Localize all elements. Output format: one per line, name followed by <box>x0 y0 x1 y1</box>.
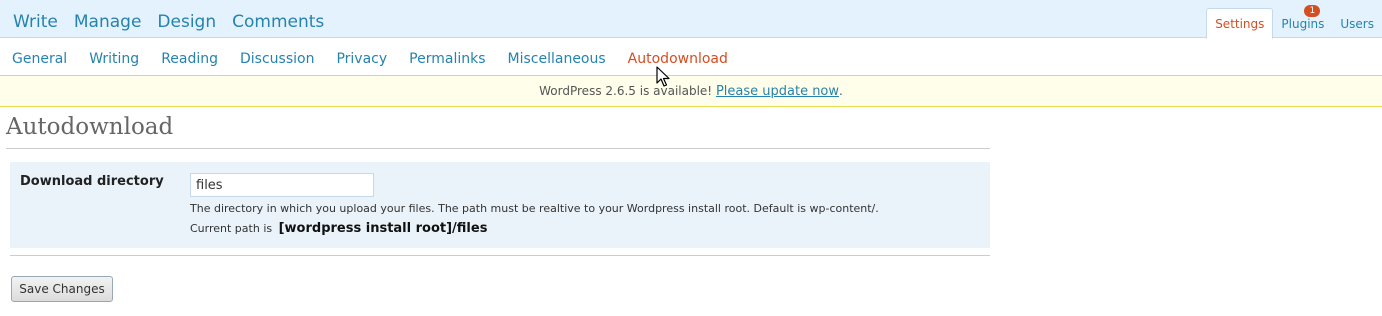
download-directory-description: The directory in which you upload your f… <box>190 202 879 215</box>
plugins-update-badge: 1 <box>1304 5 1321 17</box>
update-notice: WordPress 2.6.5 is available! Please upd… <box>0 75 1382 107</box>
page-title: Autodownload <box>6 114 174 140</box>
submenu-permalinks[interactable]: Permalinks <box>409 49 485 69</box>
title-divider <box>6 148 990 149</box>
current-path-label: Current path is <box>190 222 273 235</box>
settings-submenu: General Writing Reading Discussion Priva… <box>12 49 750 69</box>
update-notice-text: WordPress 2.6.5 is available! <box>539 84 713 98</box>
download-directory-label: Download directory <box>20 174 164 189</box>
submenu-discussion[interactable]: Discussion <box>240 49 314 69</box>
tab-plugins-label: Plugins <box>1281 17 1325 31</box>
submenu-autodownload[interactable]: Autodownload <box>628 49 728 69</box>
current-path-row: Current path is [wordpress install root]… <box>190 221 487 236</box>
form-divider <box>10 255 990 256</box>
mouse-pointer-icon <box>656 66 670 87</box>
download-directory-input[interactable] <box>190 173 374 197</box>
menu-manage[interactable]: Manage <box>74 11 142 33</box>
update-now-link[interactable]: Please update now <box>716 84 839 99</box>
tab-plugins[interactable]: Plugins 1 <box>1273 5 1332 38</box>
current-path-value: [wordpress install root]/files <box>278 221 488 236</box>
menu-comments[interactable]: Comments <box>232 11 324 33</box>
submenu-privacy[interactable]: Privacy <box>336 49 387 69</box>
tab-settings[interactable]: Settings <box>1206 8 1274 39</box>
submenu-writing[interactable]: Writing <box>89 49 139 69</box>
menu-design[interactable]: Design <box>157 11 216 33</box>
submenu-miscellaneous[interactable]: Miscellaneous <box>508 49 606 69</box>
main-menu: Write Manage Design Comments <box>13 11 340 33</box>
tab-users[interactable]: Users <box>1332 9 1382 38</box>
settings-form-table: Download directory The directory in whic… <box>10 162 990 248</box>
submenu-general[interactable]: General <box>12 49 67 69</box>
admin-header: Write Manage Design Comments Settings Pl… <box>0 0 1382 39</box>
menu-write[interactable]: Write <box>13 11 58 33</box>
update-notice-suffix: . <box>839 84 843 98</box>
submenu-reading[interactable]: Reading <box>161 49 218 69</box>
save-changes-button[interactable]: Save Changes <box>11 276 113 302</box>
secondary-menu: Settings Plugins 1 Users <box>1206 5 1382 39</box>
